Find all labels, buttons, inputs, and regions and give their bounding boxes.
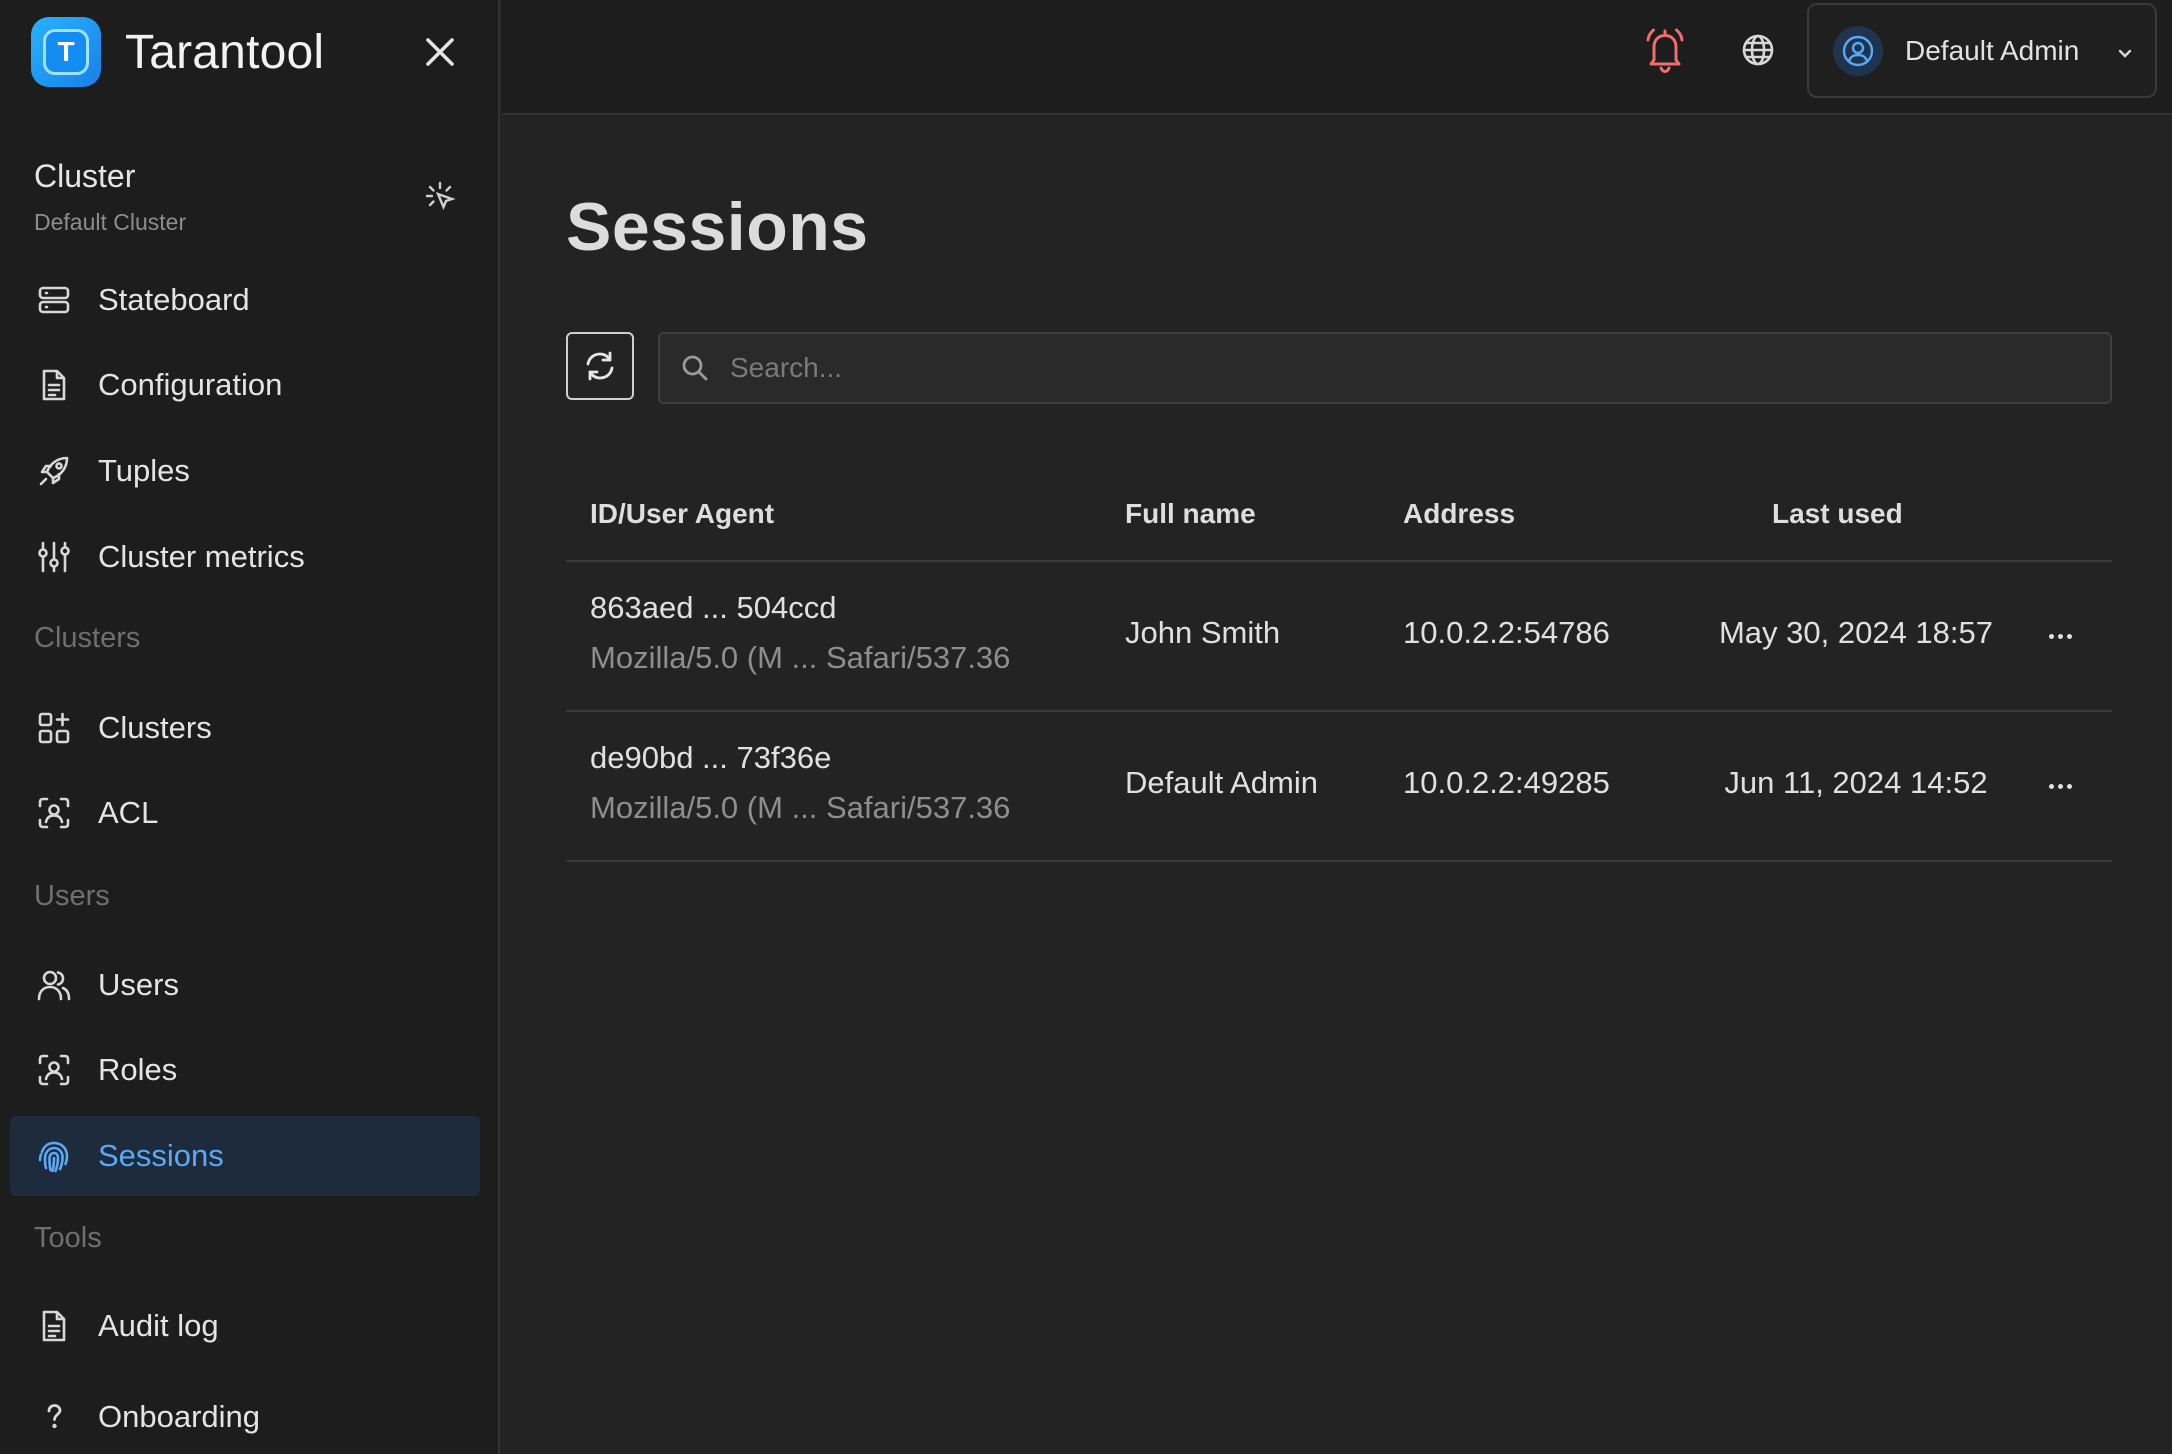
sidebar: T Tarantool Cluster Default Cluster Stat…	[0, 0, 500, 1454]
session-address: 10.0.2.2:54786	[1403, 615, 1610, 650]
sidebar-item-sessions[interactable]: Sessions	[10, 1116, 480, 1196]
sidebar-item-onboarding[interactable]: Onboarding	[10, 1377, 480, 1454]
sidebar-item-label: Audit log	[98, 1308, 219, 1343]
session-user-agent: Mozilla/5.0 (M ... Safari/537.36	[590, 640, 1011, 675]
rocket-icon	[36, 453, 72, 489]
question-icon	[36, 1399, 72, 1435]
session-address: 10.0.2.2:49285	[1403, 765, 1610, 800]
sessions-table: ID/User Agent Full name Address Last use…	[566, 474, 2112, 862]
app-name: Tarantool	[125, 25, 325, 79]
nav-section-tools: Tools	[34, 1222, 102, 1254]
avatar	[1833, 25, 1883, 76]
user-name: Default Admin	[1905, 34, 2080, 66]
grid-plus-icon	[36, 710, 72, 746]
document-icon	[36, 1308, 72, 1344]
table-row: 863aed ... 504ccd Mozilla/5.0 (M ... Saf…	[566, 562, 2112, 712]
sidebar-item-label: Roles	[98, 1052, 178, 1087]
sidebar-item-users[interactable]: Users	[10, 945, 480, 1025]
session-id: 863aed ... 504ccd	[590, 590, 837, 625]
refresh-button[interactable]	[566, 332, 634, 400]
sidebar-item-roles[interactable]: Roles	[10, 1030, 480, 1110]
bell-alert-icon	[1646, 28, 1684, 73]
chevron-down-icon	[2118, 49, 2132, 58]
users-icon	[36, 967, 72, 1003]
scan-user-icon	[36, 1052, 72, 1088]
sidebar-item-tuples[interactable]: Tuples	[10, 431, 480, 511]
sidebar-item-stateboard[interactable]: Stateboard	[10, 260, 480, 340]
refresh-icon	[586, 351, 614, 381]
page-title: Sessions	[566, 189, 869, 265]
sidebar-item-label: ACL	[98, 795, 159, 830]
sidebar-item-label: Stateboard	[98, 282, 250, 317]
sidebar-item-clusters[interactable]: Clusters	[10, 688, 480, 768]
close-sidebar-button[interactable]	[420, 32, 460, 72]
nav-section-clusters: Clusters	[34, 622, 141, 654]
scan-user-icon	[36, 795, 72, 831]
tarantool-logo-icon: T	[31, 17, 101, 87]
sparkle-pointer-icon	[425, 181, 456, 211]
table-row: de90bd ... 73f36e Mozilla/5.0 (M ... Saf…	[566, 712, 2112, 862]
sidebar-item-label: Sessions	[98, 1138, 224, 1173]
sidebar-item-label: Onboarding	[98, 1399, 261, 1434]
nav-section-users: Users	[34, 880, 110, 912]
cluster-title: Cluster	[34, 158, 136, 194]
sidebar-item-cluster-metrics[interactable]: Cluster metrics	[10, 517, 480, 597]
column-header-id[interactable]: ID/User Agent	[590, 498, 774, 530]
sidebar-item-label: Clusters	[98, 710, 212, 745]
server-icon	[36, 282, 72, 318]
notifications-button[interactable]	[1642, 26, 1688, 74]
row-actions-button[interactable]	[2040, 768, 2080, 804]
search-input[interactable]	[730, 352, 2030, 384]
sidebar-item-acl[interactable]: ACL	[10, 773, 480, 853]
cluster-name: Default Cluster	[34, 209, 187, 235]
sidebar-item-label: Cluster metrics	[98, 539, 305, 574]
search-icon	[682, 355, 708, 381]
column-header-full-name[interactable]: Full name	[1125, 498, 1256, 530]
session-full-name: Default Admin	[1125, 765, 1318, 800]
brand[interactable]: T Tarantool	[31, 16, 324, 88]
table-header: ID/User Agent Full name Address Last use…	[566, 474, 2112, 562]
search-box[interactable]	[658, 332, 2112, 404]
language-button[interactable]	[1740, 32, 1776, 68]
more-dots-icon	[2048, 783, 2054, 789]
row-actions-button[interactable]	[2040, 618, 2080, 654]
more-dots-icon	[2048, 633, 2054, 639]
user-circle-icon	[1842, 35, 1874, 66]
session-last-used: May 30, 2024 18:57	[1718, 615, 1994, 650]
fingerprint-icon	[36, 1138, 72, 1174]
session-last-used: Jun 11, 2024 14:52	[1724, 765, 1988, 800]
globe-icon	[1742, 34, 1774, 66]
column-header-last-used[interactable]: Last used	[1772, 498, 1903, 530]
topbar: Default Admin	[502, 0, 2172, 115]
user-menu-button[interactable]: Default Admin	[1807, 3, 2157, 98]
logo-letter: T	[43, 29, 89, 75]
document-icon	[36, 367, 72, 403]
cluster-switch-button[interactable]	[424, 180, 456, 212]
sidebar-item-label: Users	[98, 967, 179, 1002]
sliders-icon	[36, 539, 72, 575]
session-user-agent: Mozilla/5.0 (M ... Safari/537.36	[590, 790, 1011, 825]
sidebar-item-label: Tuples	[98, 453, 190, 488]
sidebar-item-configuration[interactable]: Configuration	[10, 345, 480, 425]
session-id: de90bd ... 73f36e	[590, 740, 832, 775]
sidebar-item-label: Configuration	[98, 367, 283, 402]
cluster-selector[interactable]: Cluster Default Cluster	[34, 158, 186, 236]
session-full-name: John Smith	[1125, 615, 1281, 650]
close-icon	[426, 38, 454, 66]
sidebar-item-audit-log[interactable]: Audit log	[10, 1286, 480, 1366]
column-header-address[interactable]: Address	[1403, 498, 1515, 530]
